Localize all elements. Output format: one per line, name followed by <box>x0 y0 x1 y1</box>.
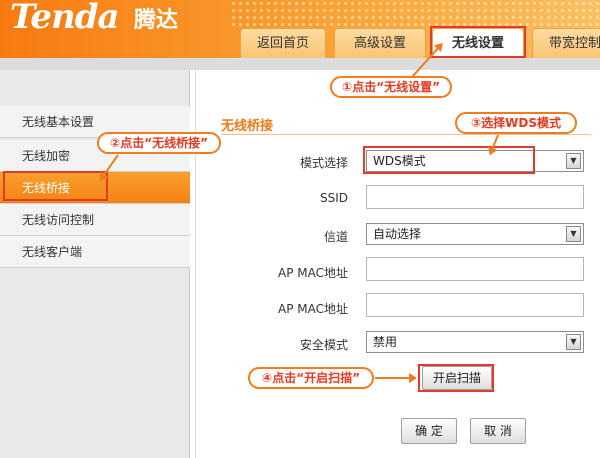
tab-advanced-settings[interactable]: 高级设置 <box>334 28 426 58</box>
tenda-logo: Tenda <box>10 0 120 37</box>
channel-label: 信道 <box>323 230 348 244</box>
ap-mac-label-2: AP MAC地址 <box>278 302 348 316</box>
cancel-button[interactable]: 取 消 <box>470 418 526 444</box>
scan-button-highlight <box>418 364 494 392</box>
header-divider-band <box>0 58 600 70</box>
ap-mac-input-2[interactable] <box>366 293 584 317</box>
header-dot-pattern <box>230 0 600 28</box>
tenda-logo-cn: 腾达 <box>134 8 179 33</box>
ssid-input[interactable] <box>366 185 584 209</box>
step3-callout: ③选择WDS模式 <box>455 112 577 134</box>
security-select[interactable]: 禁用 ▼ <box>366 331 584 353</box>
chevron-down-icon: ▼ <box>566 153 581 169</box>
ap-mac-label-1: AP MAC地址 <box>278 266 348 280</box>
wireless-tab-highlight <box>430 26 526 58</box>
ssid-label: SSID <box>319 191 348 205</box>
mode-label: 模式选择 <box>299 156 348 170</box>
section-divider <box>221 134 591 135</box>
chevron-down-icon: ▼ <box>566 226 581 242</box>
mode-select-highlight <box>363 146 535 174</box>
ok-button[interactable]: 确 定 <box>401 418 457 444</box>
security-select-value: 禁用 <box>373 335 398 349</box>
section-title: 无线桥接 <box>221 119 274 134</box>
channel-select-value: 自动选择 <box>373 227 422 241</box>
tab-home[interactable]: 返回首页 <box>240 28 326 58</box>
security-label: 安全模式 <box>299 338 348 352</box>
sidebar: 无线基本设置 无线加密 无线桥接 无线访问控制 无线客户端 <box>0 70 190 458</box>
step4-arrow-icon <box>375 373 417 383</box>
bridge-item-highlight <box>3 171 108 201</box>
sidebar-item-wireless-client[interactable]: 无线客户端 <box>0 236 190 268</box>
channel-select[interactable]: 自动选择 ▼ <box>366 223 584 245</box>
ap-mac-input-1[interactable] <box>366 257 584 281</box>
step4-callout: ④点击“开启扫描” <box>248 367 374 389</box>
chevron-down-icon: ▼ <box>566 334 581 350</box>
step1-callout: ①点击“无线设置” <box>330 76 452 98</box>
sidebar-item-access-control[interactable]: 无线访问控制 <box>0 204 190 236</box>
tab-bandwidth-control[interactable]: 带宽控制 <box>532 28 600 58</box>
step2-callout: ②点击“无线桥接” <box>97 132 221 154</box>
